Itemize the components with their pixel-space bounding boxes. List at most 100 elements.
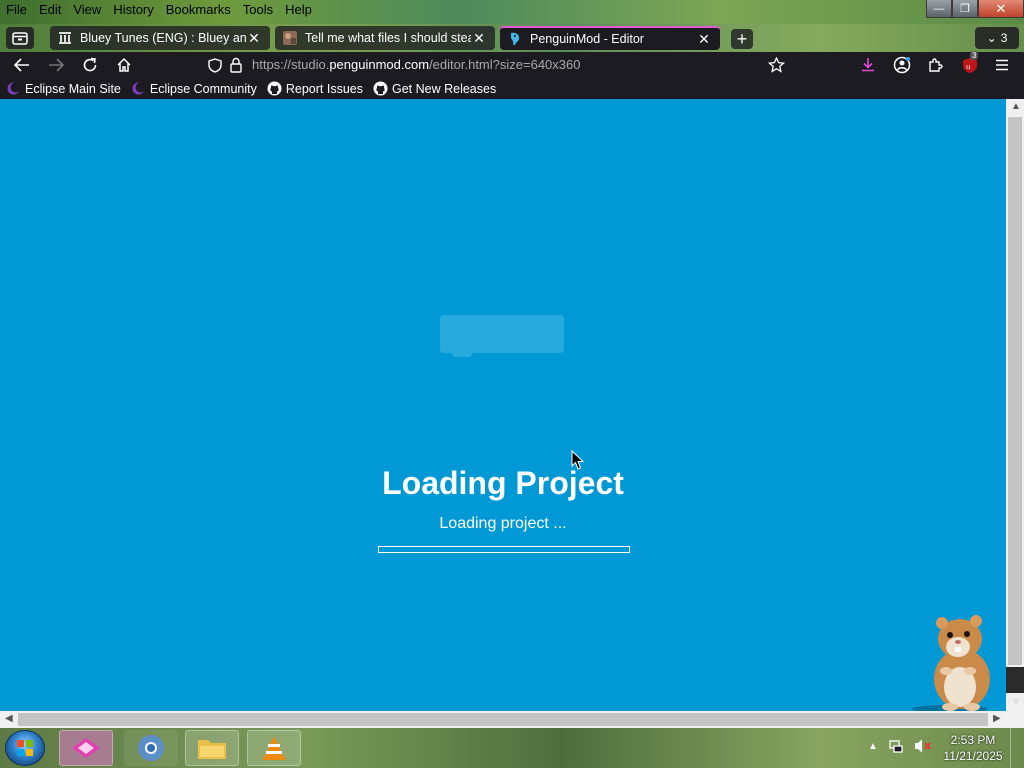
clock-time: 2:53 PM	[950, 733, 996, 747]
menu-bookmarks[interactable]: Bookmarks	[160, 0, 237, 20]
ublock-button[interactable]: u 3	[958, 51, 982, 76]
tab-title: PenguinMod - Editor	[530, 32, 644, 46]
penguinmod-icon	[511, 32, 520, 45]
url-prefix: https://studio.	[252, 57, 330, 72]
title-bar: File Edit View History Bookmarks Tools H…	[0, 0, 1024, 24]
tab-overflow-button[interactable]: ⌄ 3	[975, 27, 1019, 49]
hamster-desktop-pet[interactable]	[910, 609, 1000, 713]
scroll-left-arrow-icon[interactable]: ◀	[5, 713, 13, 724]
taskbar-explorer-button[interactable]	[185, 730, 239, 766]
tab-close-icon[interactable]: ✕	[471, 30, 487, 47]
menu-edit[interactable]: Edit	[33, 0, 67, 20]
minimize-icon: —	[933, 2, 945, 15]
taskbar-browser-button[interactable]	[59, 730, 113, 766]
reload-icon	[83, 57, 97, 72]
eclipse-icon	[7, 82, 21, 95]
vertical-scrollbar[interactable]: ▲ ▼	[1006, 99, 1024, 711]
lock-icon[interactable]	[230, 57, 242, 73]
extensions-button[interactable]	[924, 54, 948, 76]
horizontal-scroll-thumb[interactable]	[18, 713, 988, 726]
bookmark-star-icon[interactable]	[768, 57, 785, 73]
vertical-scroll-lower-track	[1006, 667, 1024, 693]
tab-list-button[interactable]	[6, 27, 34, 49]
tab-files-thread[interactable]: Tell me what files I should steal ✕	[275, 26, 495, 50]
tab-close-icon[interactable]: ✕	[696, 31, 712, 48]
folder-app-icon	[198, 740, 226, 759]
github-icon	[373, 81, 388, 96]
account-icon	[893, 56, 911, 74]
tab-title: Tell me what files I should steal	[305, 31, 471, 45]
menu-tools[interactable]: Tools	[237, 0, 279, 20]
bookmark-eclipse-main-site[interactable]: Eclipse Main Site	[6, 81, 121, 96]
show-desktop-button[interactable]	[1010, 728, 1024, 768]
taskbar-clock[interactable]: 2:53 PM 11/21/2025	[940, 732, 1006, 764]
tab-penguinmod-editor[interactable]: PenguinMod - Editor ✕	[500, 26, 720, 50]
scroll-down-arrow-icon[interactable]: ▼	[1011, 697, 1021, 708]
menu-file[interactable]: File	[0, 0, 33, 20]
hamburger-menu-icon	[996, 59, 1008, 71]
tray-overflow-arrow-icon[interactable]: ▲	[868, 741, 878, 752]
tab-strip: Bluey Tunes (ENG) : Bluey and A ✕ Tell m…	[0, 24, 1024, 52]
tab-bluey-tunes[interactable]: Bluey Tunes (ENG) : Bluey and A ✕	[50, 26, 270, 50]
bookmark-label: Report Issues	[285, 81, 363, 96]
minimize-button[interactable]: —	[926, 0, 952, 18]
navigation-bar: https://studio.penguinmod.com/editor.htm…	[0, 51, 1024, 78]
bookmarks-toolbar: Eclipse Main Site Eclipse Community Repo…	[0, 78, 1024, 99]
svg-text:u: u	[966, 63, 970, 71]
windows-logo-icon	[17, 740, 33, 756]
browser-app-icon	[72, 738, 100, 758]
plus-icon: +	[736, 28, 748, 49]
forward-button[interactable]	[44, 54, 68, 76]
account-button[interactable]	[890, 54, 914, 76]
scroll-right-arrow-icon[interactable]: ▶	[993, 713, 1001, 724]
reload-button[interactable]	[78, 54, 102, 76]
clock-date: 11/21/2025	[943, 749, 1003, 763]
url-path: /editor.html?size=640x360	[429, 57, 581, 72]
archive-icon	[59, 32, 71, 44]
loading-status: Loading project ...	[439, 515, 567, 532]
forward-arrow-icon	[49, 58, 64, 72]
scroll-up-arrow-icon[interactable]: ▲	[1011, 101, 1021, 112]
bookmark-get-new-releases[interactable]: Get New Releases	[373, 81, 496, 96]
github-icon	[267, 81, 282, 96]
start-button[interactable]	[5, 730, 45, 766]
menu-history[interactable]: History	[107, 0, 159, 20]
chrome-app-icon	[138, 735, 164, 761]
menu-bar: File Edit View History Bookmarks Tools H…	[0, 0, 318, 20]
tab-close-icon[interactable]: ✕	[246, 30, 262, 47]
bookmark-report-issues[interactable]: Report Issues	[267, 81, 363, 96]
home-icon	[117, 57, 131, 72]
window-controls: — ❐ ✕	[926, 0, 1024, 18]
bookmark-label: Eclipse Main Site	[25, 81, 121, 96]
puzzle-icon	[929, 58, 943, 72]
loading-block-graphic	[440, 315, 564, 357]
address-bar[interactable]: https://studio.penguinmod.com/editor.htm…	[200, 53, 792, 77]
network-icon[interactable]	[888, 738, 904, 754]
menu-view[interactable]: View	[67, 0, 107, 20]
bookmark-eclipse-community[interactable]: Eclipse Community	[131, 81, 257, 96]
home-button[interactable]	[112, 54, 136, 76]
taskbar: ▲ 2:53 PM 11/21/2025	[0, 728, 1024, 768]
bookmark-label: Eclipse Community	[149, 81, 257, 96]
volume-muted-icon[interactable]	[914, 738, 932, 754]
app-menu-button[interactable]	[990, 54, 1014, 76]
new-tab-button[interactable]: +	[731, 29, 753, 49]
downloads-button[interactable]	[856, 54, 880, 76]
system-tray: ▲	[868, 738, 932, 754]
tab-title: Bluey Tunes (ENG) : Bluey and A	[80, 31, 246, 45]
back-arrow-icon	[14, 58, 29, 72]
taskbar-vlc-button[interactable]	[247, 730, 301, 766]
loader-screen: Loading Project Loading project ...	[0, 99, 1006, 713]
url-text[interactable]: https://studio.penguinmod.com/editor.htm…	[252, 57, 580, 72]
taskbar-chrome-button[interactable]	[124, 730, 178, 766]
shield-icon[interactable]	[208, 58, 222, 73]
restore-button[interactable]: ❐	[952, 0, 978, 18]
ublock-badge: 3	[970, 51, 979, 60]
close-window-button[interactable]: ✕	[978, 0, 1024, 18]
menu-help[interactable]: Help	[279, 0, 318, 20]
horizontal-scrollbar[interactable]: ◀ ▶	[0, 711, 1024, 728]
back-button[interactable]	[10, 54, 34, 76]
loading-progress-bar	[378, 546, 630, 553]
loading-title: Loading Project	[382, 465, 624, 501]
vertical-scroll-thumb[interactable]	[1008, 117, 1022, 665]
